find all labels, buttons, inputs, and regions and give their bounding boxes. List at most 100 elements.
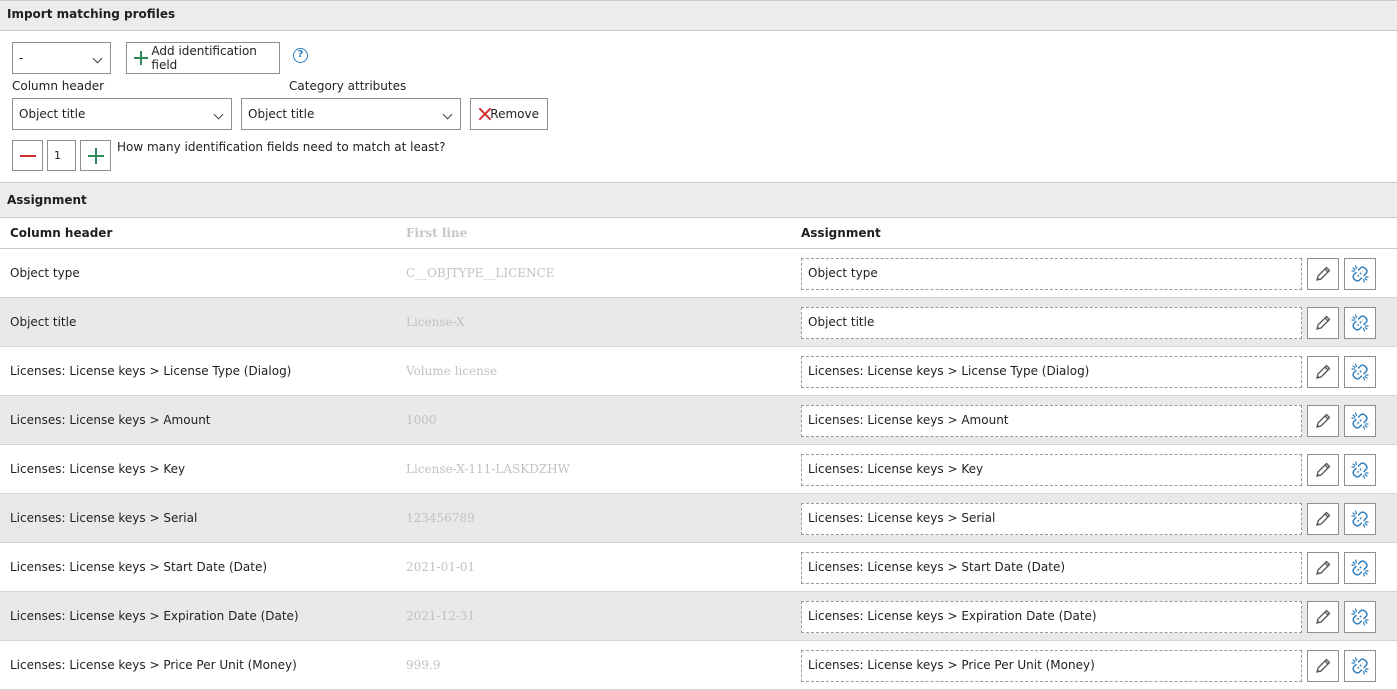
unlink-button[interactable]: [1344, 356, 1376, 388]
unlink-button[interactable]: [1344, 405, 1376, 437]
row-first-line: License-X: [406, 315, 465, 329]
row-first-line: Volume license: [406, 364, 498, 378]
assignment-value: Licenses: License keys > License Type (D…: [808, 364, 1090, 378]
increment-button[interactable]: [80, 140, 111, 171]
unlink-button[interactable]: [1344, 552, 1376, 584]
min-match-input[interactable]: 1: [47, 140, 76, 171]
profile-select[interactable]: -: [12, 42, 111, 74]
edit-button[interactable]: [1307, 650, 1339, 682]
row-column-header: Licenses: License keys > Expiration Date…: [10, 609, 299, 623]
row-column-header: Licenses: License keys > License Type (D…: [10, 364, 292, 378]
assignment-value: Object type: [808, 266, 878, 280]
assignment-dropzone[interactable]: Licenses: License keys > License Type (D…: [801, 356, 1302, 388]
table-row: Licenses: License keys > Key License-X-11…: [0, 445, 1397, 494]
table-row: Licenses: License keys > Expiration Date…: [0, 592, 1397, 641]
pencil-icon: [1314, 559, 1332, 577]
assignment-dropzone[interactable]: Licenses: License keys > Expiration Date…: [801, 601, 1302, 633]
min-match-label: How many identification fields need to m…: [117, 140, 446, 154]
column-header-heading: Column header: [10, 226, 113, 240]
edit-button[interactable]: [1307, 307, 1339, 339]
section-title: Import matching profiles: [7, 7, 176, 21]
unlink-icon: [1350, 362, 1370, 382]
unlink-icon: [1350, 558, 1370, 578]
unlink-button[interactable]: [1344, 601, 1376, 633]
assignment-dropzone[interactable]: Licenses: License keys > Serial: [801, 503, 1302, 535]
unlink-button[interactable]: [1344, 454, 1376, 486]
assignment-heading: Assignment: [801, 226, 881, 240]
assignment-dropzone[interactable]: Object type: [801, 258, 1302, 290]
row-first-line: C__OBJTYPE__LICENCE: [406, 266, 555, 280]
category-attribute-select[interactable]: Object title: [241, 98, 461, 130]
unlink-icon: [1350, 411, 1370, 431]
edit-button[interactable]: [1307, 503, 1339, 535]
assignment-dropzone[interactable]: Licenses: License keys > Price Per Unit …: [801, 650, 1302, 682]
assignment-dropzone[interactable]: Licenses: License keys > Key: [801, 454, 1302, 486]
edit-button[interactable]: [1307, 356, 1339, 388]
section-title: Assignment: [7, 193, 87, 207]
assignment-dropzone[interactable]: Licenses: License keys > Amount: [801, 405, 1302, 437]
table-row: Licenses: License keys > Serial 123456789…: [0, 494, 1397, 543]
unlink-icon: [1350, 460, 1370, 480]
table-row: Licenses: License keys > License Type (D…: [0, 347, 1397, 396]
assignment-value: Object title: [808, 315, 875, 329]
first-line-heading: First line: [406, 226, 468, 240]
table-header: Column header First line Assignment: [0, 218, 1397, 249]
matching-profiles-panel: - Add identification field ? Column head…: [0, 31, 1397, 182]
remove-button[interactable]: Remove: [470, 98, 548, 130]
category-attribute-select-value: Object title: [248, 107, 315, 121]
table-row: Object type C__OBJTYPE__LICENCE Object typ…: [0, 249, 1397, 298]
edit-button[interactable]: [1307, 405, 1339, 437]
assignment-dropzone[interactable]: Object title: [801, 307, 1302, 339]
row-first-line: 123456789: [406, 511, 475, 525]
assignment-value: Licenses: License keys > Key: [808, 462, 984, 476]
close-icon: [478, 107, 484, 121]
edit-button[interactable]: [1307, 258, 1339, 290]
pencil-icon: [1314, 314, 1332, 332]
assignment-value: Licenses: License keys > Amount: [808, 413, 1009, 427]
pencil-icon: [1314, 657, 1332, 675]
row-first-line: 2021-01-01: [406, 560, 476, 574]
pencil-icon: [1314, 363, 1332, 381]
edit-button[interactable]: [1307, 601, 1339, 633]
table-row: Object title License-X Object title: [0, 298, 1397, 347]
chevron-down-icon: [213, 109, 224, 120]
row-column-header: Licenses: License keys > Amount: [10, 413, 211, 427]
unlink-button[interactable]: [1344, 503, 1376, 535]
table-row: Licenses: License keys > Start Date (Dat…: [0, 543, 1397, 592]
edit-button[interactable]: [1307, 552, 1339, 584]
column-header-select[interactable]: Object title: [12, 98, 232, 130]
row-first-line: 999.9: [406, 658, 441, 672]
unlink-button[interactable]: [1344, 307, 1376, 339]
row-column-header: Licenses: License keys > Serial: [10, 511, 198, 525]
unlink-icon: [1350, 509, 1370, 529]
add-identification-field-label: Add identification field: [151, 44, 257, 72]
unlink-icon: [1350, 607, 1370, 627]
assignment-table-body: Object type C__OBJTYPE__LICENCE Object typ…: [0, 249, 1397, 690]
row-column-header: Licenses: License keys > Key: [10, 462, 186, 476]
row-column-header: Object title: [10, 315, 77, 329]
unlink-icon: [1350, 264, 1370, 284]
unlink-button[interactable]: [1344, 650, 1376, 682]
row-first-line: 1000: [406, 413, 437, 427]
unlink-button[interactable]: [1344, 258, 1376, 290]
remove-label: Remove: [490, 107, 539, 121]
chevron-down-icon: [92, 53, 103, 64]
add-identification-field-button[interactable]: Add identification field: [126, 42, 280, 74]
row-column-header: Licenses: License keys > Start Date (Dat…: [10, 560, 268, 574]
row-column-header: Object type: [10, 266, 80, 280]
assignment-value: Licenses: License keys > Serial: [808, 511, 996, 525]
assignment-dropzone[interactable]: Licenses: License keys > Start Date (Dat…: [801, 552, 1302, 584]
row-first-line: 2021-12-31: [406, 609, 476, 623]
column-header-label: Column header: [12, 79, 105, 93]
pencil-icon: [1314, 608, 1332, 626]
assignment-value: Licenses: License keys > Start Date (Dat…: [808, 560, 1066, 574]
column-header-select-value: Object title: [19, 107, 86, 121]
row-first-line: License-X-111-LASKDZHW: [406, 462, 570, 476]
edit-button[interactable]: [1307, 454, 1339, 486]
plus-icon: [134, 51, 149, 65]
decrement-button[interactable]: [12, 140, 43, 171]
pencil-icon: [1314, 510, 1332, 528]
help-icon[interactable]: ?: [293, 48, 308, 63]
pencil-icon: [1314, 265, 1332, 283]
row-column-header: Licenses: License keys > Price Per Unit …: [10, 658, 297, 672]
